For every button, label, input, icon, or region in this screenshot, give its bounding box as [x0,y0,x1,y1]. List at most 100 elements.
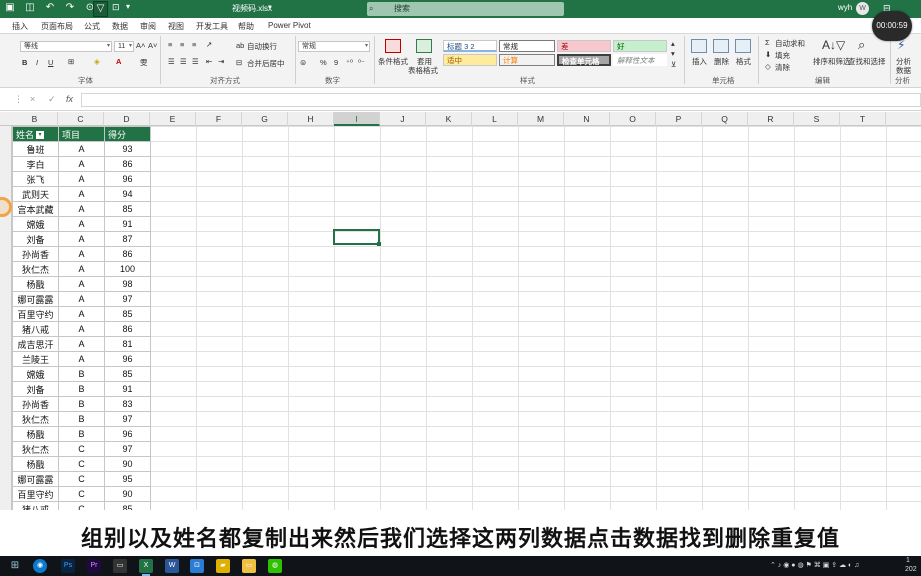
table-cell[interactable]: A [58,351,105,367]
style-normal[interactable]: 常规 [499,40,555,52]
user-name[interactable]: wyh [838,3,852,12]
column-header-o[interactable]: O [610,112,656,126]
column-header-s[interactable]: S [794,112,840,126]
find-select-button[interactable]: 查找和选择 [848,56,886,67]
word-icon[interactable]: W [165,559,179,573]
font-color-icon[interactable]: A [116,57,121,66]
style-neutral[interactable]: 适中 [443,54,497,66]
column-header-p[interactable]: P [656,112,702,126]
table-cell[interactable]: 86 [104,321,151,337]
table-cell[interactable]: 狄仁杰 [12,261,59,277]
table-cell[interactable]: 兰陵王 [12,351,59,367]
table-cell[interactable]: 狄仁杰 [12,441,59,457]
style-heading3[interactable]: 标题 3 2 [443,40,497,52]
table-cell[interactable]: C [58,456,105,472]
table-cell[interactable]: 85 [104,201,151,217]
tab-help[interactable]: 帮助 [238,21,254,32]
filter-dropdown-icon[interactable]: ▾ [36,131,45,140]
table-cell[interactable]: 87 [104,231,151,247]
styles-scroll-down-icon[interactable]: ▾ [671,49,675,58]
table-cell[interactable]: B [58,396,105,412]
sort-filter-button[interactable]: 排序和筛选 [813,56,851,67]
table-cell[interactable]: A [58,231,105,247]
format-cells-icon[interactable] [735,39,751,53]
styles-scroll-up-icon[interactable]: ▴ [671,39,675,48]
bold-button[interactable]: B [22,58,27,67]
column-header-t[interactable]: T [840,112,886,126]
autosave-icon[interactable]: ◫ [24,2,36,14]
table-cell[interactable]: C [58,501,105,510]
percent-button[interactable]: % [320,58,327,67]
table-cell[interactable]: 96 [104,351,151,367]
table-cell[interactable]: 嫦娥 [12,216,59,232]
delete-button[interactable]: 删除 [714,56,729,67]
video-app-icon[interactable]: ▭ [113,559,127,573]
column-header-h[interactable]: H [288,112,334,126]
excel-taskbar-icon[interactable]: X [139,559,153,576]
fill-button[interactable]: 填充 [775,50,790,61]
tab-page-layout[interactable]: 页面布局 [41,21,73,32]
insert-cells-icon[interactable] [691,39,707,53]
filter-icon[interactable]: ▽ [93,1,108,17]
table-cell[interactable]: 90 [104,456,151,472]
recorder-icon[interactable]: ⊡ [190,559,204,573]
fx-icon[interactable]: fx [66,94,73,104]
table-cell[interactable]: 95 [104,471,151,487]
font-size-select[interactable]: 11 ▾ [114,41,134,52]
conditional-format-icon[interactable] [385,39,401,53]
tab-formulas[interactable]: 公式 [84,21,100,32]
tab-power-pivot[interactable]: Power Pivot [268,21,311,30]
table-cell[interactable]: 91 [104,216,151,232]
table-cell[interactable]: 猪八戒 [12,321,59,337]
conditional-format-button[interactable]: 条件格式 [378,56,408,67]
table-cell[interactable]: 85 [104,366,151,382]
table-cell[interactable]: B [58,411,105,427]
table-cell[interactable]: A [58,306,105,322]
browser-icon[interactable]: ◉ [33,559,47,573]
table-cell[interactable]: 96 [104,426,151,442]
qat-more-icon[interactable]: ▾ [126,2,130,11]
tab-data[interactable]: 数据 [112,21,128,32]
table-cell[interactable]: 97 [104,411,151,427]
table-cell[interactable]: A [58,156,105,172]
windows-start-icon[interactable]: ⊞ [8,559,22,573]
table-cell[interactable]: A [58,261,105,277]
table-cell[interactable]: 98 [104,276,151,292]
table-cell[interactable]: 93 [104,141,151,157]
save-icon[interactable]: ▣ [4,2,16,14]
column-header-c[interactable]: C [58,112,104,126]
fill-color-icon[interactable]: ◈ [94,57,100,66]
premiere-icon[interactable]: Pr [87,559,101,573]
table-cell[interactable]: 孙尚香 [12,246,59,262]
column-header-b[interactable]: B [12,112,58,126]
table-cell[interactable]: 嫦娥 [12,366,59,382]
italic-button[interactable]: I [36,58,38,67]
style-good[interactable]: 好 [613,40,667,52]
align-top-icon[interactable]: ≡ [168,40,172,49]
table-cell[interactable]: 85 [104,306,151,322]
table-cell[interactable]: A [58,216,105,232]
table-cell[interactable]: 娜可露露 [12,291,59,307]
tab-developer[interactable]: 开发工具 [196,21,228,32]
table-cell[interactable]: A [58,321,105,337]
column-header-n[interactable]: N [564,112,610,126]
clear-button[interactable]: 清除 [775,62,790,73]
underline-button[interactable]: U [48,58,53,67]
name-box-more-icon[interactable]: ⋮ [14,94,23,105]
style-calculation[interactable]: 计算 [499,54,555,66]
styles-more-icon[interactable]: ⊻ [671,60,677,69]
tray-icons[interactable]: ⌃ ♪ ◉ ● ◍ ⚑ ⌘ ▣ ⇪ ☁ ◐ ♫ [770,561,859,569]
column-header-j[interactable]: J [380,112,426,126]
table-cell[interactable]: A [58,141,105,157]
borders-icon[interactable]: ⊞ [68,57,74,66]
table-cell[interactable]: A [58,186,105,202]
column-header-m[interactable]: M [518,112,564,126]
format-as-table-icon[interactable] [416,39,432,53]
table-cell[interactable]: 狄仁杰 [12,411,59,427]
table-cell[interactable]: 李白 [12,156,59,172]
table-cell[interactable]: B [58,426,105,442]
align-center-icon[interactable]: ☰ [180,57,187,66]
phonetic-icon[interactable]: 雯 [140,57,148,68]
table-cell[interactable]: 猪八戒 [12,501,59,510]
active-cell[interactable] [333,229,381,246]
